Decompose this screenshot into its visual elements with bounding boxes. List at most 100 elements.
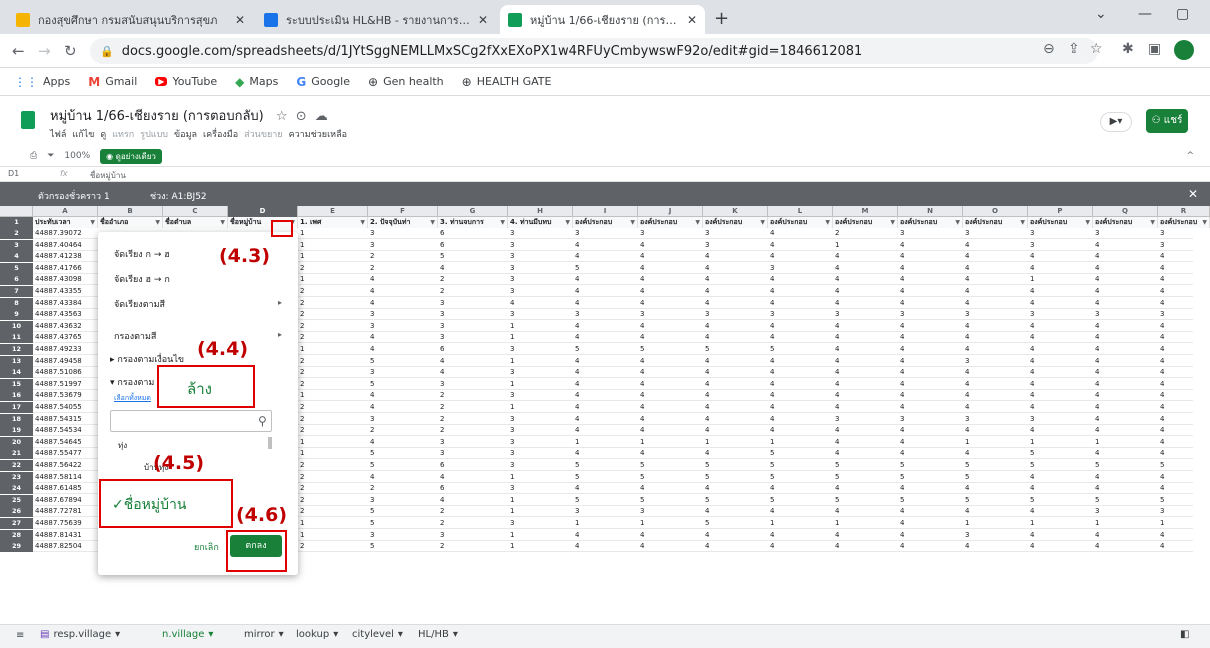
table-cell[interactable]: 4	[703, 414, 768, 425]
table-cell[interactable]: 2	[298, 286, 368, 297]
table-cell[interactable]: 4	[1028, 472, 1093, 483]
table-cell[interactable]: 4	[963, 448, 1028, 459]
header-cell[interactable]: องค์ประกอบ ▼	[703, 217, 768, 228]
table-cell[interactable]: 4	[768, 251, 833, 262]
column-letter[interactable]: B	[98, 206, 163, 217]
table-cell[interactable]: 3	[898, 228, 963, 239]
table-cell[interactable]: 2	[368, 425, 438, 436]
table-cell[interactable]: 2	[298, 414, 368, 425]
row-number[interactable]: 1	[0, 217, 33, 228]
table-cell[interactable]: 4	[1093, 356, 1158, 367]
filter-dropdown-icon[interactable]: ▼	[825, 217, 830, 228]
table-cell[interactable]: 3	[368, 414, 438, 425]
table-cell[interactable]: 4	[963, 402, 1028, 413]
filter-dropdown-icon[interactable]: ▼	[760, 217, 765, 228]
table-cell[interactable]: 6	[438, 228, 508, 239]
table-cell[interactable]: 4	[1028, 251, 1093, 262]
table-cell[interactable]: 4	[703, 379, 768, 390]
table-cell[interactable]: 3	[833, 309, 898, 320]
table-cell[interactable]: 3	[508, 390, 573, 401]
table-cell[interactable]: 4	[703, 286, 768, 297]
column-letter[interactable]: K	[703, 206, 768, 217]
table-cell[interactable]: 3	[1093, 228, 1158, 239]
filter-dropdown-icon[interactable]: ▼	[1202, 217, 1207, 228]
table-cell[interactable]: 4	[1158, 472, 1210, 483]
table-cell[interactable]: 4	[1093, 298, 1158, 309]
table-cell[interactable]: 5	[963, 460, 1028, 471]
table-cell[interactable]: 4	[963, 390, 1028, 401]
table-cell[interactable]: 4	[1093, 402, 1158, 413]
table-cell[interactable]: 4	[768, 483, 833, 494]
sort-z-a-item[interactable]: จัดเรียง ฮ → ก	[114, 272, 170, 286]
table-cell[interactable]: 4	[833, 344, 898, 355]
table-cell[interactable]: 5	[1093, 495, 1158, 506]
table-cell[interactable]: 4	[1028, 263, 1093, 274]
column-letter[interactable]: N	[898, 206, 963, 217]
table-cell[interactable]: 3	[368, 367, 438, 378]
row-number[interactable]: 27	[0, 518, 33, 529]
table-cell[interactable]: 4	[898, 356, 963, 367]
table-cell[interactable]: 4	[833, 530, 898, 541]
table-cell[interactable]: 1	[298, 228, 368, 239]
table-cell[interactable]: 2	[298, 425, 368, 436]
table-cell[interactable]: 4	[768, 530, 833, 541]
sheet-tab-hl-hb[interactable]: HL/HB ▾	[418, 629, 458, 640]
table-cell[interactable]: 4	[703, 298, 768, 309]
column-letter[interactable]: C	[163, 206, 228, 217]
table-cell[interactable]: 1	[573, 518, 638, 529]
table-cell[interactable]: 4	[573, 414, 638, 425]
table-cell[interactable]: 2	[298, 332, 368, 343]
doc-title[interactable]: หมู่บ้าน 1/66-เชียงราย (การตอบกลับ) ☆ ⊙ …	[50, 105, 328, 126]
table-cell[interactable]: 44887.39072	[33, 228, 98, 239]
table-cell[interactable]: 5	[1028, 448, 1093, 459]
bookmark-youtube[interactable]: ▶ YouTube	[155, 75, 217, 88]
all-sheets-icon[interactable]: ≡	[16, 630, 24, 641]
table-cell[interactable]: 3	[508, 240, 573, 251]
row-number[interactable]: 23	[0, 471, 33, 483]
table-cell[interactable]: 3	[438, 321, 508, 332]
table-cell[interactable]: 4	[1158, 263, 1210, 274]
table-cell[interactable]: 4	[833, 541, 898, 552]
table-cell[interactable]: 1	[298, 437, 368, 448]
table-cell[interactable]: 4	[703, 263, 768, 274]
table-cell[interactable]: 4	[768, 541, 833, 552]
row-number[interactable]: 12	[0, 344, 33, 355]
table-cell[interactable]: 5	[833, 472, 898, 483]
table-cell[interactable]: 1	[573, 437, 638, 448]
column-letter[interactable]: G	[438, 206, 508, 217]
bookmark-apps[interactable]: ⋮⋮ Apps	[14, 75, 70, 89]
table-cell[interactable]: 4	[1093, 472, 1158, 483]
row-number[interactable]: 16	[0, 390, 33, 402]
table-cell[interactable]: 2	[298, 367, 368, 378]
table-cell[interactable]: 4	[963, 425, 1028, 436]
row-number[interactable]: 14	[0, 367, 33, 379]
table-cell[interactable]: 4	[573, 402, 638, 413]
table-cell[interactable]: 4	[638, 332, 703, 343]
table-cell[interactable]: 4	[898, 251, 963, 262]
table-cell[interactable]: 4	[703, 356, 768, 367]
back-icon[interactable]: ←	[12, 42, 25, 60]
table-cell[interactable]: 4	[703, 251, 768, 262]
table-cell[interactable]: 4	[1093, 274, 1158, 285]
cell-reference[interactable]: D1	[8, 169, 19, 178]
explore-icon[interactable]: ◧	[1180, 629, 1189, 640]
table-cell[interactable]: 4	[898, 379, 963, 390]
browser-tab-1[interactable]: กองสุขศึกษา กรมสนับสนุนบริการสุขภ ✕	[8, 5, 253, 34]
row-number[interactable]: 9	[0, 309, 33, 321]
table-cell[interactable]: 4	[1158, 390, 1210, 401]
table-cell[interactable]: 4	[573, 530, 638, 541]
table-cell[interactable]: 4	[1158, 251, 1210, 262]
table-cell[interactable]: 2	[298, 460, 368, 471]
table-cell[interactable]: 3	[508, 460, 573, 471]
table-cell[interactable]: 2	[298, 263, 368, 274]
header-cell[interactable]: 2. ปัจจุบันท่า ▼	[368, 217, 438, 228]
table-cell[interactable]: 3	[573, 506, 638, 517]
table-cell[interactable]: 4	[368, 286, 438, 297]
close-icon[interactable]: ✕	[235, 13, 245, 27]
table-cell[interactable]: 3	[1028, 414, 1093, 425]
table-cell[interactable]: 2	[438, 518, 508, 529]
table-cell[interactable]: 4	[963, 541, 1028, 552]
table-cell[interactable]: 4	[368, 298, 438, 309]
table-cell[interactable]: 4	[1093, 251, 1158, 262]
header-cell[interactable]: องค์ประกอบ ▼	[1028, 217, 1093, 228]
